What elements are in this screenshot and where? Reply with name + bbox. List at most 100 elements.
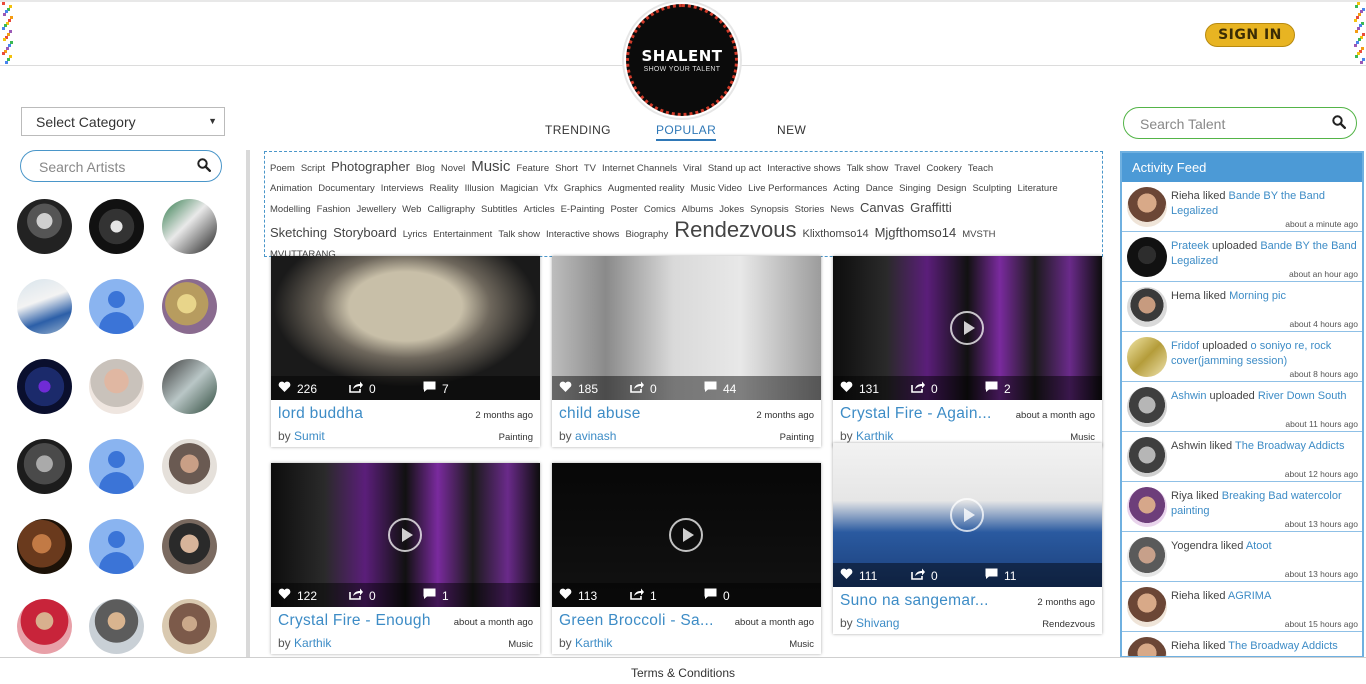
comments-stat[interactable]: 1 [423, 588, 449, 603]
tag-link[interactable]: Music Video [691, 183, 743, 194]
tag-link[interactable]: Talk show [847, 163, 889, 174]
tag-link[interactable]: Talk show [498, 229, 540, 240]
tag-link[interactable]: Singing [899, 183, 931, 194]
artist-avatar[interactable] [162, 599, 217, 654]
tag-link[interactable]: Interviews [381, 183, 424, 194]
likes-stat[interactable]: 131 [840, 381, 879, 396]
search-icon[interactable] [197, 158, 211, 172]
tag-link[interactable]: Travel [894, 163, 920, 174]
shares-stat[interactable]: 0 [911, 381, 938, 396]
tag-link[interactable]: Subtitles [481, 204, 517, 215]
tag-link[interactable]: Acting [833, 183, 859, 194]
artist-avatar[interactable] [162, 359, 217, 414]
artist-avatar[interactable] [17, 599, 72, 654]
category-select[interactable]: Select Category ▼ [21, 107, 225, 136]
user-avatar[interactable] [1127, 587, 1167, 627]
user-avatar[interactable] [1127, 387, 1167, 427]
comments-stat[interactable]: 11 [985, 568, 1016, 583]
sign-in-button[interactable]: SIGN IN [1205, 23, 1295, 47]
tag-link[interactable]: Live Performances [748, 183, 827, 194]
content-card[interactable]: 226 0 7 lord buddha 2 months ago by Sumit Pain… [271, 256, 540, 447]
tag-link[interactable]: Poem [270, 163, 295, 174]
tab-trending[interactable]: TRENDING [545, 123, 611, 137]
card-title[interactable]: Green Broccoli - Sa... [559, 612, 714, 630]
shares-stat[interactable]: 0 [630, 381, 657, 396]
comments-stat[interactable]: 2 [985, 381, 1011, 396]
artist-search-input[interactable]: Search Artists [20, 150, 222, 182]
tag-link[interactable]: Poster [610, 204, 637, 215]
content-card[interactable]: 122 0 1 Crystal Fire - Enough about a month … [271, 463, 540, 654]
author-link[interactable]: avinash [575, 429, 616, 443]
shares-stat[interactable]: 0 [349, 381, 376, 396]
tag-link[interactable]: Web [402, 204, 421, 215]
card-thumbnail[interactable]: 111 0 11 [833, 443, 1102, 587]
user-avatar[interactable] [1127, 487, 1167, 527]
card-title[interactable]: lord buddha [278, 405, 363, 423]
tag-link[interactable]: Albums [682, 204, 714, 215]
likes-stat[interactable]: 185 [559, 381, 598, 396]
terms-link[interactable]: Terms & Conditions [631, 666, 735, 680]
tag-link[interactable]: Stand up act [708, 163, 761, 174]
likes-stat[interactable]: 122 [278, 588, 317, 603]
user-avatar[interactable] [1127, 537, 1167, 577]
play-icon[interactable] [950, 311, 984, 345]
tag-link[interactable]: Calligraphy [427, 204, 475, 215]
card-thumbnail[interactable]: 131 0 2 [833, 256, 1102, 400]
tag-link[interactable]: News [830, 204, 854, 215]
card-thumbnail[interactable]: 113 1 0 [552, 463, 821, 607]
likes-stat[interactable]: 111 [840, 568, 877, 583]
tag-link[interactable]: Feature [516, 163, 549, 174]
tab-popular[interactable]: POPULAR [656, 123, 717, 141]
tag-link[interactable]: Internet Channels [602, 163, 677, 174]
tag-link[interactable]: Literature [1018, 183, 1058, 194]
tag-link[interactable]: Sculpting [972, 183, 1011, 194]
tag-link[interactable]: Short [555, 163, 578, 174]
artist-avatar[interactable] [17, 199, 72, 254]
tag-link[interactable]: Biography [625, 229, 668, 240]
shares-stat[interactable]: 1 [630, 588, 657, 603]
author-link[interactable]: Karthik [575, 636, 612, 650]
artist-avatar[interactable] [89, 359, 144, 414]
tag-link[interactable]: Sketching [270, 225, 327, 240]
card-thumbnail[interactable]: 226 0 7 [271, 256, 540, 400]
comments-stat[interactable]: 0 [704, 588, 730, 603]
tag-link[interactable]: Articles [523, 204, 554, 215]
card-title[interactable]: Suno na sangemar... [840, 592, 989, 610]
tag-link[interactable]: Interactive shows [767, 163, 840, 174]
shares-stat[interactable]: 0 [349, 588, 376, 603]
tag-link[interactable]: Fashion [317, 204, 351, 215]
user-avatar[interactable] [1127, 437, 1167, 477]
play-icon[interactable] [388, 518, 422, 552]
comments-stat[interactable]: 7 [423, 381, 449, 396]
activity-user[interactable]: Fridof [1171, 340, 1199, 352]
card-title[interactable]: child abuse [559, 405, 641, 423]
tag-link[interactable]: Stories [795, 204, 825, 215]
artist-avatar[interactable] [162, 439, 217, 494]
author-link[interactable]: Karthik [856, 429, 893, 443]
artist-avatar[interactable] [17, 439, 72, 494]
tag-link[interactable]: Teach [968, 163, 993, 174]
tag-link[interactable]: TV [584, 163, 596, 174]
artist-avatar[interactable] [162, 519, 217, 574]
tag-link[interactable]: Music [471, 158, 510, 175]
author-link[interactable]: Sumit [294, 429, 325, 443]
tag-link[interactable]: Cookery [926, 163, 961, 174]
play-icon[interactable] [669, 518, 703, 552]
tag-link[interactable]: Canvas [860, 200, 904, 215]
tag-link[interactable]: Interactive shows [546, 229, 619, 240]
tag-link[interactable]: Documentary [318, 183, 375, 194]
tag-link[interactable]: Reality [430, 183, 459, 194]
activity-item-link[interactable]: Atoot [1246, 540, 1272, 552]
tag-link[interactable]: Synopsis [750, 204, 789, 215]
user-avatar[interactable] [1127, 187, 1167, 227]
tag-link[interactable]: Blog [416, 163, 435, 174]
tab-new[interactable]: NEW [777, 123, 806, 137]
likes-stat[interactable]: 226 [278, 381, 317, 396]
user-avatar[interactable] [1127, 637, 1167, 656]
tag-link[interactable]: Graffitti [910, 200, 952, 215]
artist-avatar[interactable] [89, 599, 144, 654]
tag-link[interactable]: Storyboard [333, 225, 397, 240]
likes-stat[interactable]: 113 [559, 588, 597, 603]
card-thumbnail[interactable]: 122 0 1 [271, 463, 540, 607]
tag-link[interactable]: Novel [441, 163, 465, 174]
